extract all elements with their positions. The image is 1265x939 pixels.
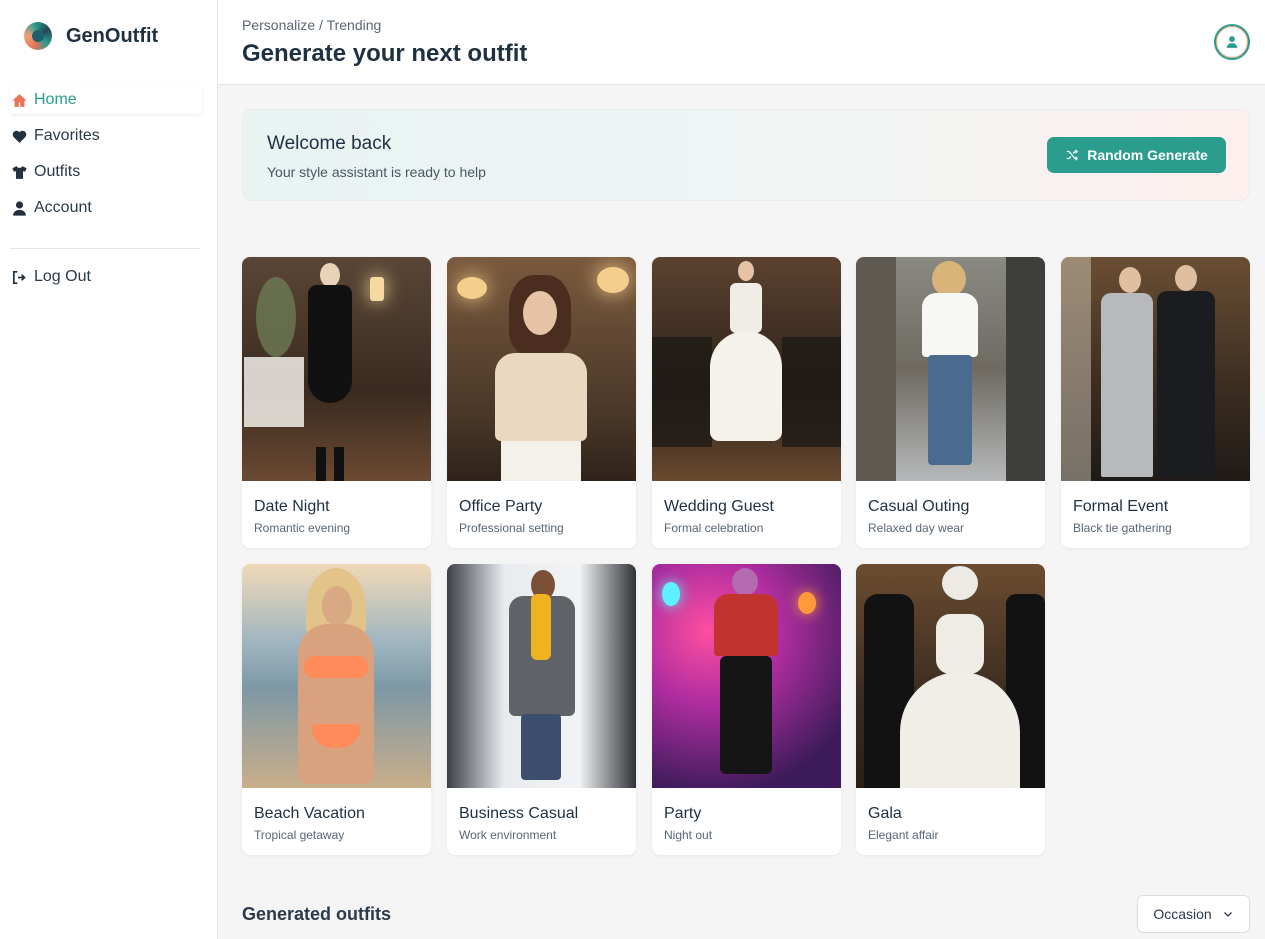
occasion-card-casual-outing[interactable]: Casual Outing Relaxed day wear bbox=[856, 257, 1045, 548]
welcome-subtitle: Your style assistant is ready to help bbox=[267, 164, 486, 180]
avatar[interactable] bbox=[1214, 24, 1250, 60]
page-header: Personalize / Trending Generate your nex… bbox=[218, 0, 1265, 85]
page-title: Generate your next outfit bbox=[242, 40, 528, 67]
sidebar: GenOutfit Home Favorites Outfits Account bbox=[0, 0, 218, 939]
occasion-filter-label: Occasion bbox=[1153, 906, 1212, 922]
sidebar-item-home[interactable]: Home bbox=[10, 86, 202, 114]
logo-icon bbox=[24, 22, 52, 50]
occasion-card-beach-vacation[interactable]: Beach Vacation Tropical getaway bbox=[242, 564, 431, 855]
outfit-image bbox=[242, 257, 431, 481]
brand[interactable]: GenOutfit bbox=[24, 22, 158, 50]
logout-label: Log Out bbox=[34, 268, 91, 285]
card-title: Office Party bbox=[459, 498, 543, 515]
occasion-card-gala[interactable]: Gala Elegant affair bbox=[856, 564, 1045, 855]
card-subtitle: Tropical getaway bbox=[254, 828, 345, 842]
sidebar-item-favorites[interactable]: Favorites bbox=[10, 122, 202, 150]
sidebar-item-label: Favorites bbox=[34, 127, 100, 144]
card-subtitle: Black tie gathering bbox=[1073, 521, 1172, 535]
card-subtitle: Elegant affair bbox=[868, 828, 939, 842]
sidebar-item-outfits[interactable]: Outfits bbox=[10, 158, 202, 186]
occasion-filter-dropdown[interactable]: Occasion bbox=[1137, 895, 1250, 933]
heart-icon bbox=[10, 127, 28, 145]
home-icon bbox=[10, 91, 28, 109]
outfit-image bbox=[652, 564, 841, 788]
card-title: Gala bbox=[868, 805, 902, 822]
card-subtitle: Formal celebration bbox=[664, 521, 764, 535]
card-title: Beach Vacation bbox=[254, 805, 365, 822]
outfit-image bbox=[856, 257, 1045, 481]
shuffle-icon bbox=[1066, 149, 1079, 161]
user-icon bbox=[10, 199, 28, 217]
outfit-image bbox=[856, 564, 1045, 788]
card-title: Casual Outing bbox=[868, 498, 970, 515]
outfit-image bbox=[242, 564, 431, 788]
card-title: Party bbox=[664, 805, 702, 822]
sidebar-item-label: Home bbox=[34, 91, 77, 108]
occasion-card-date-night[interactable]: Date Night Romantic evening bbox=[242, 257, 431, 548]
card-subtitle: Relaxed day wear bbox=[868, 521, 965, 535]
logout-icon bbox=[10, 268, 28, 286]
welcome-title: Welcome back bbox=[267, 133, 392, 154]
occasion-card-office-party[interactable]: Office Party Professional setting bbox=[447, 257, 636, 548]
occasion-card-business-casual[interactable]: Business Casual Work environment bbox=[447, 564, 636, 855]
occasion-card-formal-event[interactable]: Formal Event Black tie gathering bbox=[1061, 257, 1250, 548]
random-generate-label: Random Generate bbox=[1087, 147, 1208, 163]
card-title: Date Night bbox=[254, 498, 330, 515]
card-subtitle: Night out bbox=[664, 828, 713, 842]
chevron-down-icon bbox=[1223, 912, 1232, 917]
breadcrumb[interactable]: Personalize / Trending bbox=[242, 17, 381, 33]
welcome-banner: Welcome back Your style assistant is rea… bbox=[242, 109, 1250, 201]
sidebar-item-label: Outfits bbox=[34, 163, 81, 180]
card-title: Business Casual bbox=[459, 805, 579, 822]
sidebar-divider bbox=[10, 248, 200, 249]
brand-name: GenOutfit bbox=[66, 24, 159, 47]
card-subtitle: Professional setting bbox=[459, 521, 564, 535]
user-icon bbox=[1226, 36, 1238, 48]
random-generate-button[interactable]: Random Generate bbox=[1047, 137, 1226, 173]
card-title: Formal Event bbox=[1073, 498, 1169, 515]
sidebar-item-account[interactable]: Account bbox=[10, 194, 202, 222]
card-subtitle: Work environment bbox=[459, 828, 557, 842]
logout-button[interactable]: Log Out bbox=[10, 263, 91, 291]
outfit-image bbox=[1061, 257, 1250, 481]
outfit-image bbox=[447, 564, 636, 788]
shirt-icon bbox=[10, 163, 28, 181]
sidebar-item-label: Account bbox=[34, 199, 92, 216]
outfit-image bbox=[447, 257, 636, 481]
generated-outfits-title: Generated outfits bbox=[242, 904, 392, 924]
card-title: Wedding Guest bbox=[664, 498, 774, 515]
occasion-card-party[interactable]: Party Night out bbox=[652, 564, 841, 855]
outfit-image bbox=[652, 257, 841, 481]
occasion-card-wedding-guest[interactable]: Wedding Guest Formal celebration bbox=[652, 257, 841, 548]
sidebar-nav: Home Favorites Outfits Account bbox=[10, 86, 202, 230]
card-subtitle: Romantic evening bbox=[254, 521, 351, 535]
